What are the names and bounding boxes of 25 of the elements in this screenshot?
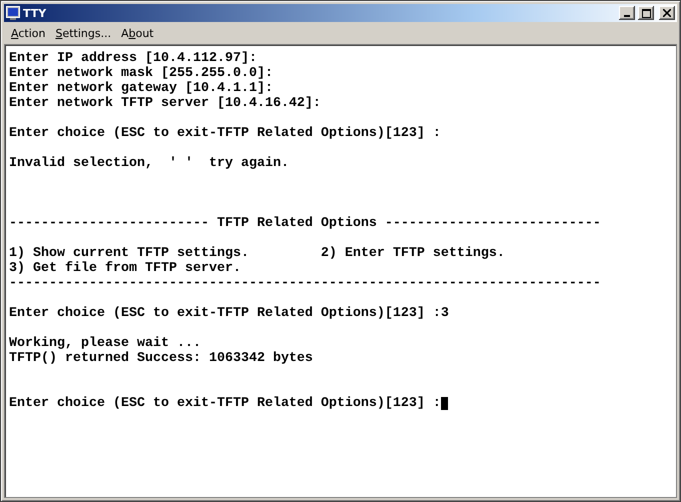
terminal-line: Enter IP address [10.4.112.97]: <box>9 51 257 66</box>
terminal-line: 3) Get file from TFTP server. <box>9 261 241 276</box>
terminal-line: Enter network gateway [10.4.1.1]: <box>9 81 273 96</box>
text-cursor <box>440 397 448 410</box>
terminal-line: 1) Show current TFTP settings. 2) Enter TFTP settings. <box>9 246 505 261</box>
maximize-button[interactable] <box>638 6 654 20</box>
terminal-line: Working, please wait ... <box>9 336 201 351</box>
terminal-line: Enter choice (ESC to exit-TFTP Related Options)[123] :3 <box>9 306 449 321</box>
terminal-line: Invalid selection, ' ' try again. <box>9 156 289 171</box>
terminal-line: ------------------------- TFTP Related Options --------------------------- <box>9 216 601 231</box>
terminal-line: Enter choice (ESC to exit-TFTP Related Options)[123] : <box>9 126 441 141</box>
close-icon <box>663 9 671 17</box>
menu-item[interactable]: About <box>116 24 159 42</box>
terminal-line: Enter network mask [255.255.0.0]: <box>9 66 273 81</box>
terminal-line: -------------------------------------------------------------------------- <box>9 276 601 291</box>
terminal-prompt: Enter choice (ESC to exit-TFTP Related Options)[123] : <box>9 396 441 411</box>
close-button[interactable] <box>659 6 675 20</box>
terminal-line: Enter network TFTP server [10.4.16.42]: <box>9 96 321 111</box>
window-title: TTY <box>23 6 48 20</box>
terminal-line: TFTP() returned Success: 1063342 bytes <box>9 351 313 366</box>
minimize-button[interactable] <box>619 6 635 20</box>
menu-item[interactable]: Settings... <box>50 24 116 42</box>
menu-item[interactable]: Action <box>6 24 50 42</box>
maximize-icon <box>642 8 650 18</box>
app-icon <box>6 6 20 20</box>
